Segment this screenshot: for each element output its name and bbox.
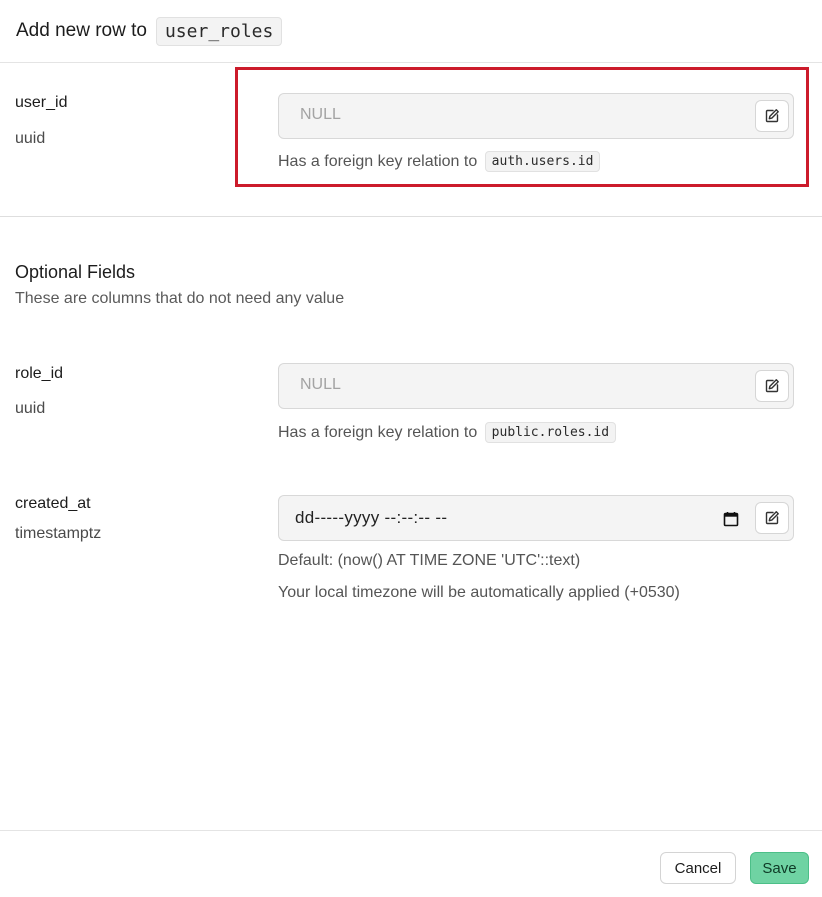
panel-header: Add new row to user_roles — [0, 0, 822, 63]
table-name-chip: user_roles — [155, 16, 283, 46]
role-id-hint-text: Has a foreign key relation to — [278, 424, 478, 441]
role-id-placeholder: NULL — [300, 376, 341, 393]
created-at-edit-button[interactable] — [755, 502, 789, 534]
optional-fields-subtitle: These are columns that do not need any v… — [15, 290, 345, 307]
edit-icon — [765, 379, 779, 393]
add-row-panel: Add new row to user_roles user_id uuid N… — [0, 0, 822, 897]
created-at-datetime-input[interactable]: dd-----yyyy --:--:-- -- — [278, 495, 794, 541]
role-id-input[interactable]: NULL — [278, 363, 794, 409]
role-id-relation-chip: public.roles.id — [484, 422, 617, 443]
field-name-user-id: user_id — [15, 94, 68, 111]
optional-fields-title: Optional Fields — [15, 262, 136, 282]
save-button[interactable]: Save — [750, 852, 809, 884]
role-id-relation-hint: Has a foreign key relation to public.rol… — [278, 422, 617, 443]
edit-icon — [765, 511, 779, 525]
field-type-user-id: uuid — [15, 130, 46, 147]
field-name-created-at: created_at — [15, 495, 91, 512]
highlight-box — [235, 67, 809, 187]
calendar-icon — [723, 512, 739, 527]
role-id-edit-button[interactable] — [755, 370, 789, 402]
created-at-timezone-hint: Your local timezone will be automaticall… — [278, 584, 680, 601]
field-type-role-id: uuid — [15, 400, 46, 417]
created-at-value: dd-----yyyy --:--:-- -- — [295, 508, 448, 527]
created-at-default-hint: Default: (now() AT TIME ZONE 'UTC'::text… — [278, 552, 581, 569]
panel-footer: Cancel Save — [0, 830, 822, 897]
calendar-picker-button[interactable] — [721, 509, 741, 529]
page-title: Add new row to — [16, 20, 147, 41]
cancel-button[interactable]: Cancel — [660, 852, 736, 884]
field-name-role-id: role_id — [15, 365, 64, 382]
field-type-created-at: timestamptz — [15, 525, 102, 542]
section-divider — [0, 216, 822, 217]
